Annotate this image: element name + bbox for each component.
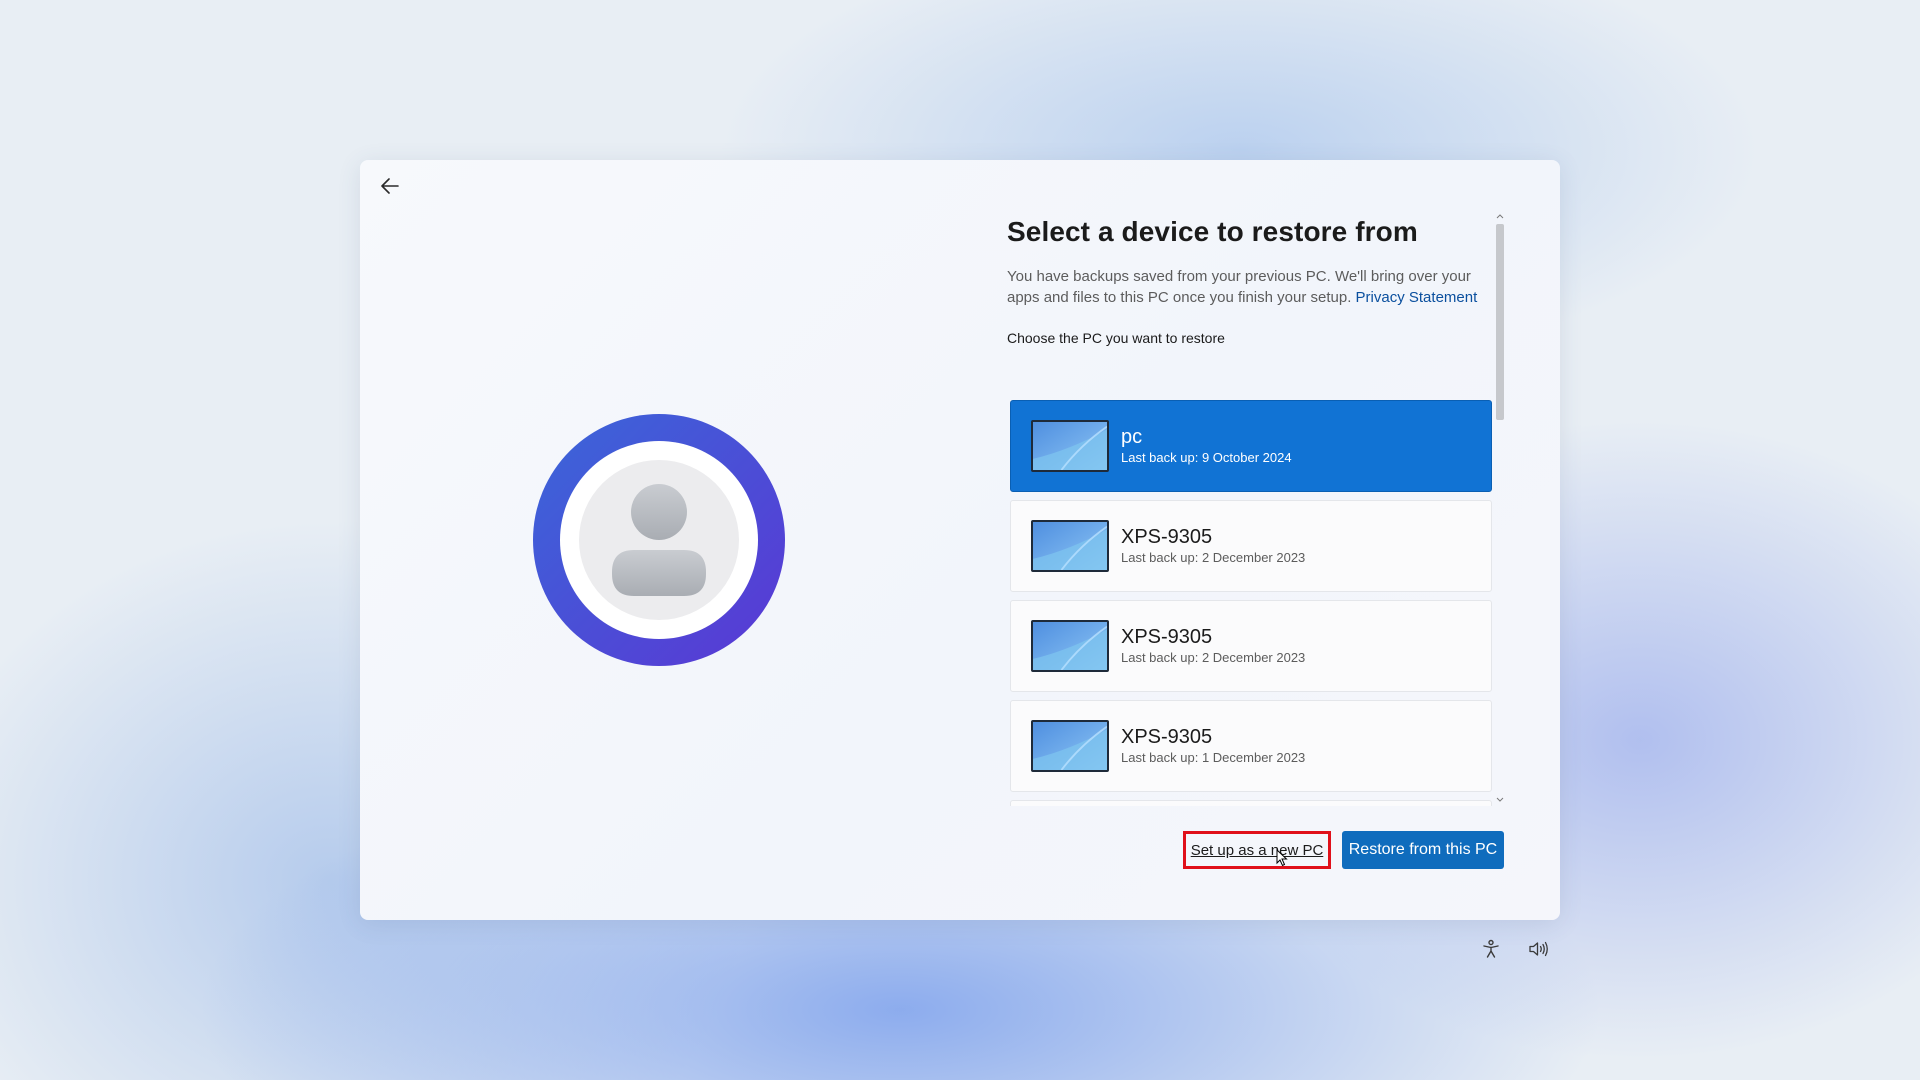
device-item[interactable]: pc Last back up: 9 October 2024 bbox=[1010, 400, 1492, 492]
list-label: Choose the PC you want to restore bbox=[1007, 330, 1225, 346]
privacy-statement-link[interactable]: Privacy Statement bbox=[1356, 289, 1478, 306]
device-backup-date: Last back up: 1 December 2023 bbox=[1121, 750, 1306, 765]
chevron-up-icon bbox=[1496, 214, 1504, 219]
pc-thumbnail-icon bbox=[1031, 420, 1109, 472]
setup-window: Select a device to restore from You have… bbox=[360, 160, 1560, 920]
back-arrow-icon bbox=[381, 178, 399, 194]
back-button[interactable] bbox=[372, 170, 408, 202]
page-title: Select a device to restore from bbox=[1007, 216, 1418, 247]
description: You have backups saved from your previou… bbox=[1007, 266, 1497, 308]
device-backup-date: Last back up: 9 October 2024 bbox=[1121, 450, 1292, 465]
device-item-partial[interactable] bbox=[1010, 800, 1492, 806]
volume-button[interactable] bbox=[1526, 936, 1552, 962]
device-list[interactable]: pc Last back up: 9 October 2024 XPS-9305… bbox=[1010, 398, 1494, 806]
accessibility-icon bbox=[1483, 939, 1499, 958]
device-name: XPS-9305 bbox=[1121, 726, 1213, 748]
device-name: XPS-9305 bbox=[1121, 526, 1213, 548]
device-item[interactable]: XPS-9305 Last back up: 2 December 2023 bbox=[1010, 500, 1492, 592]
restore-button[interactable]: Restore from this PC bbox=[1342, 831, 1504, 869]
scroll-up-button[interactable] bbox=[1493, 210, 1507, 222]
chevron-down-icon bbox=[1496, 797, 1504, 802]
avatar bbox=[533, 414, 785, 666]
device-item[interactable]: XPS-9305 Last back up: 1 December 2023 bbox=[1010, 700, 1492, 792]
device-backup-date: Last back up: 2 December 2023 bbox=[1121, 650, 1306, 665]
accessibility-button[interactable] bbox=[1478, 936, 1504, 962]
scroll-down-button[interactable] bbox=[1493, 794, 1507, 806]
device-name: pc bbox=[1121, 426, 1143, 448]
volume-icon bbox=[1529, 941, 1548, 957]
scroll-thumb[interactable] bbox=[1496, 224, 1504, 420]
device-backup-date: Last back up: 2 December 2023 bbox=[1121, 550, 1306, 565]
pc-thumbnail-icon bbox=[1031, 520, 1109, 572]
restore-panel: Select a device to restore from You have… bbox=[1007, 216, 1567, 346]
pc-thumbnail-icon bbox=[1031, 720, 1109, 772]
scrollbar[interactable] bbox=[1493, 210, 1507, 806]
pc-thumbnail-icon bbox=[1031, 620, 1109, 672]
setup-new-pc-button[interactable]: Set up as a new PC bbox=[1183, 831, 1331, 869]
device-item[interactable]: XPS-9305 Last back up: 2 December 2023 bbox=[1010, 600, 1492, 692]
device-name: XPS-9305 bbox=[1121, 626, 1213, 648]
scroll-track[interactable] bbox=[1496, 224, 1504, 792]
